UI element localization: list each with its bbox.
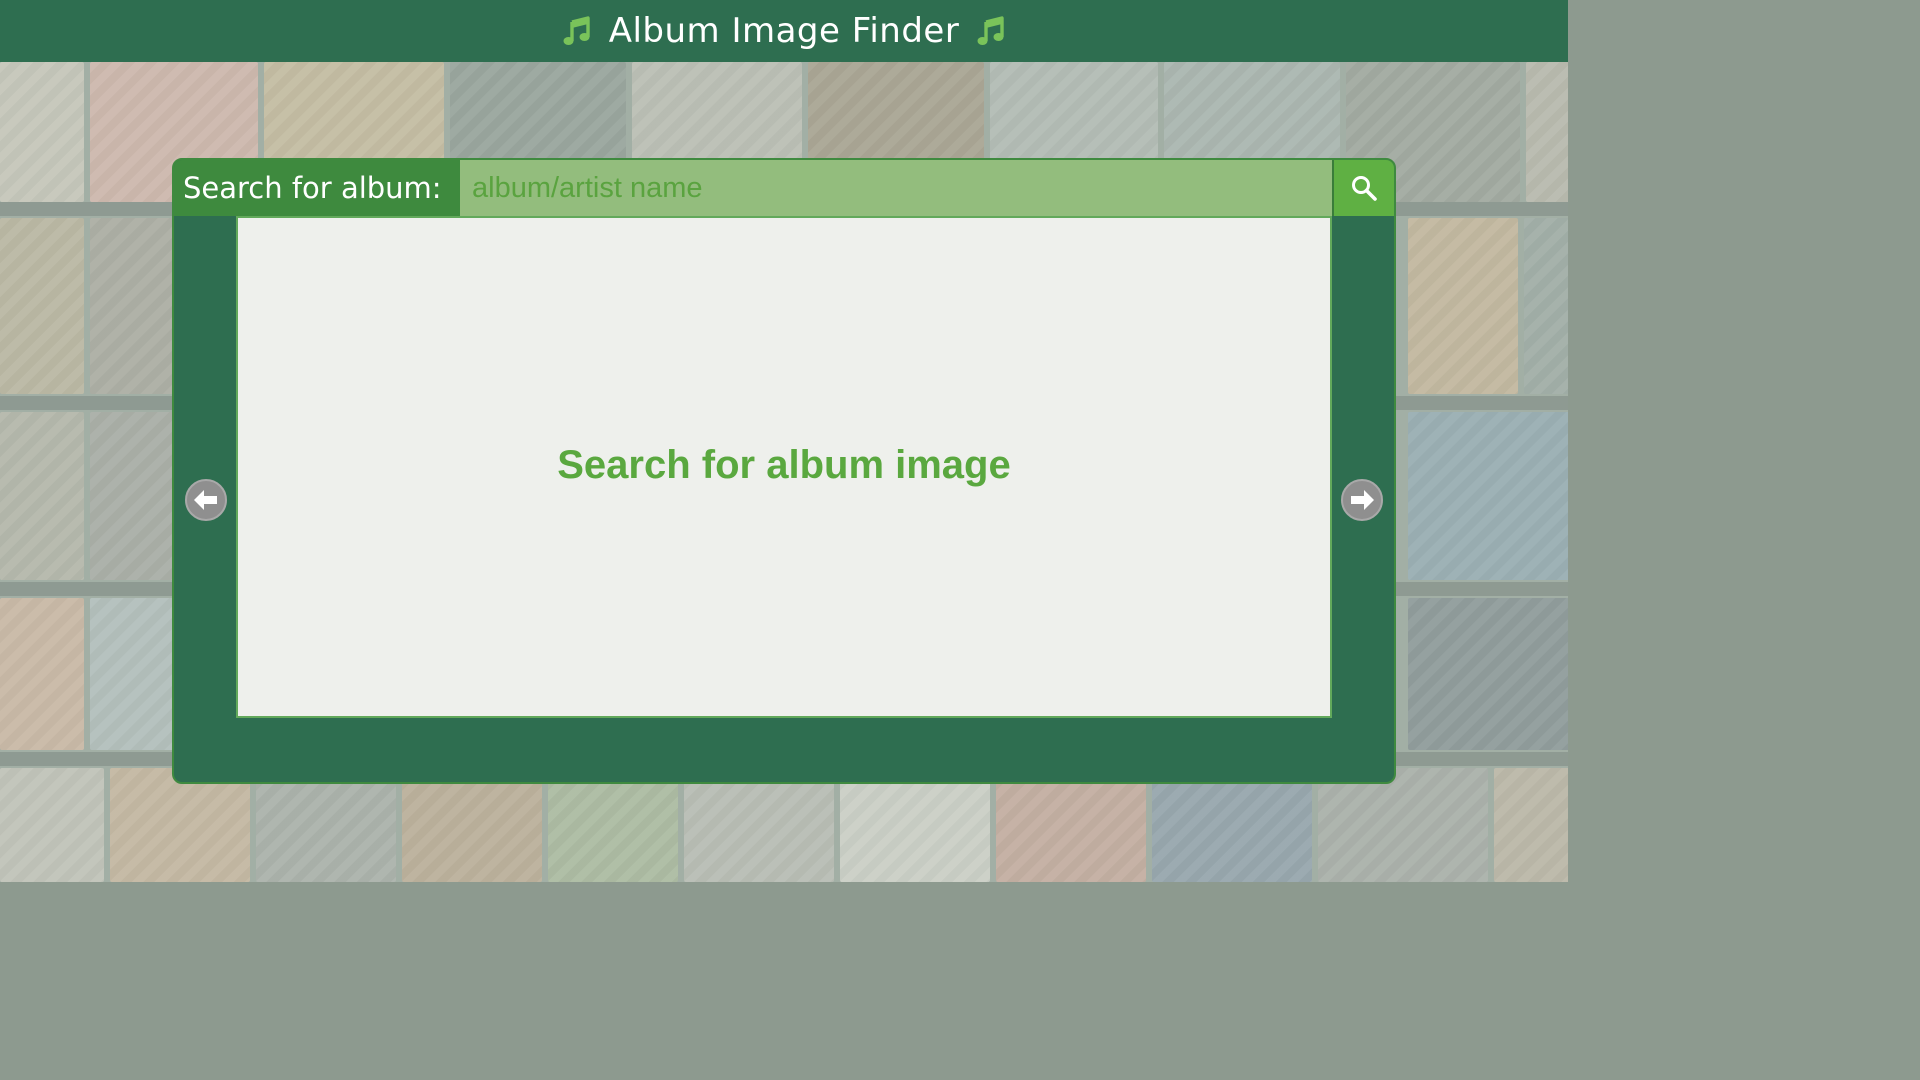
next-image-button[interactable] — [1341, 479, 1383, 521]
search-button[interactable] — [1332, 160, 1394, 216]
empty-state-message: Search for album image — [557, 442, 1011, 487]
album-image-viewer: Search for album image — [236, 216, 1332, 718]
arrow-right-icon — [1349, 489, 1375, 511]
app-header: Album Image Finder — [0, 0, 1568, 62]
search-icon — [1350, 174, 1378, 202]
arrow-left-icon — [193, 489, 219, 511]
previous-image-button[interactable] — [185, 479, 227, 521]
search-bar: Search for album: — [174, 160, 1394, 216]
app-title: Album Image Finder — [608, 11, 960, 51]
search-input[interactable] — [460, 160, 1332, 216]
search-label: Search for album: — [183, 171, 442, 205]
music-note-icon — [563, 16, 591, 46]
music-note-icon — [977, 16, 1005, 46]
finder-panel: Search for album: Search for album image — [172, 158, 1396, 784]
